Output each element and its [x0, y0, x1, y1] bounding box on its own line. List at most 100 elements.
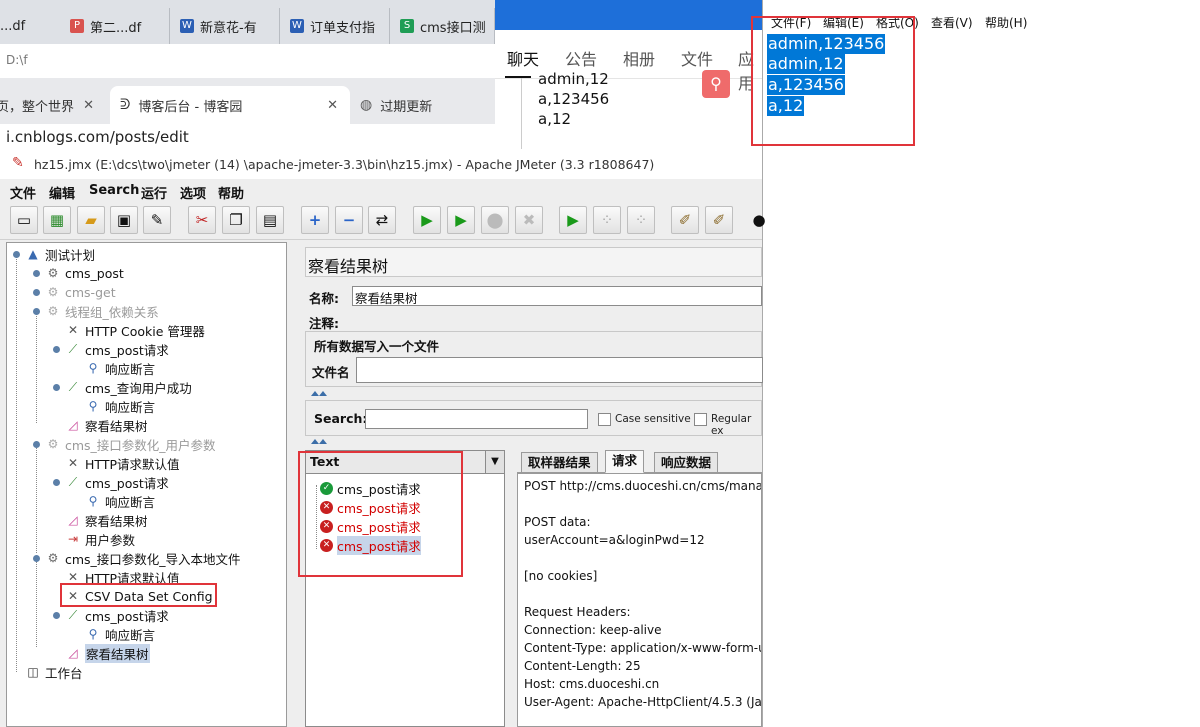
tree-node-listener-selected[interactable]: ◿ 察看结果树 [65, 643, 150, 663]
toggle-icon[interactable]: ⇄ [368, 206, 396, 234]
remote-start-icon[interactable]: ▶ [559, 206, 587, 234]
browser-tab[interactable]: S cms接口测 [390, 8, 495, 44]
tree-node-assertion[interactable]: ⚲ 响应断言 [85, 492, 155, 510]
menu-run[interactable]: 运行 [141, 183, 167, 202]
tree-node-sampler[interactable]: ⟋ cms_查询用户成功 [65, 378, 192, 396]
menu-file[interactable]: 文件 [10, 183, 36, 202]
tree-node-workbench[interactable]: ◫ 工作台 [25, 663, 82, 681]
tree-node-preprocessor[interactable]: ⇥ 用户参数 [65, 530, 135, 548]
word-icon: W [180, 19, 194, 33]
clear-all-icon[interactable]: ✐ [705, 206, 733, 234]
menu-search[interactable]: Search [89, 183, 139, 198]
stop-icon[interactable]: ⬤ [481, 206, 509, 234]
paste-icon[interactable]: ▤ [256, 206, 284, 234]
tab-sampler-result[interactable]: 取样器结果 [521, 452, 598, 472]
tree-node-thread-group[interactable]: ⚙ cms_接口参数化_用户参数 [45, 435, 216, 453]
tab-request[interactable]: 请求 [605, 450, 645, 473]
tree-node-listener[interactable]: ◿ 察看结果树 [65, 416, 148, 434]
tree-node-sampler[interactable]: ⟋ cms_post请求 [65, 340, 169, 358]
browser-tab[interactable]: P 第二...df [60, 8, 170, 44]
collapse-icon[interactable]: − [335, 206, 363, 234]
copy-icon[interactable]: ❐ [222, 206, 250, 234]
regex-checkbox[interactable] [694, 413, 707, 426]
tree-node-thread-group[interactable]: ⚙ 线程组_依赖关系 [45, 302, 159, 320]
doc-arrow-icon: ⇥ [67, 532, 79, 546]
browser-tab-strip-secondary: 页，整个世界 ✕ ᕲ 博客后台 - 博客园 ✕ ◍ 过期更新 [0, 78, 495, 125]
chat-tab-files[interactable]: 文件 [681, 46, 713, 70]
tree-node-assertion[interactable]: ⚲ 响应断言 [85, 397, 155, 415]
tree-toggle[interactable] [13, 251, 20, 258]
start-no-pauses-icon[interactable]: ▶ [447, 206, 475, 234]
name-field[interactable]: 察看结果树 [352, 286, 762, 306]
menu-view[interactable]: 查看(V) [931, 14, 973, 31]
tree-toggle[interactable] [33, 308, 40, 315]
cut-icon[interactable]: ✂ [188, 206, 216, 234]
open-icon[interactable]: ▰ [77, 206, 105, 234]
new-icon[interactable]: ▭ [10, 206, 38, 234]
menu-edit[interactable]: 编辑 [49, 183, 75, 202]
filename-input[interactable] [356, 357, 763, 383]
tree-node-assertion[interactable]: ⚲ 响应断言 [85, 359, 155, 377]
remote-shutdown-icon[interactable]: ⁘ [627, 206, 655, 234]
tree-connector [36, 448, 37, 553]
tree-node-sampler[interactable]: ⟋ cms_post请求 [65, 606, 169, 624]
magnifier-icon: ⚲ [88, 494, 98, 508]
save-icon[interactable]: ▣ [110, 206, 138, 234]
search-input[interactable] [365, 409, 588, 429]
close-icon[interactable]: ✕ [83, 98, 94, 113]
browser-tab-active[interactable]: ᕲ 博客后台 - 博客园 ✕ [110, 86, 350, 124]
remote-stop-icon[interactable]: ⁘ [593, 206, 621, 234]
explorer-path-bar[interactable]: D:\f [0, 44, 495, 79]
browser-tab[interactable]: W 新意花-有 [170, 8, 280, 44]
tree-node-config[interactable]: ✕ HTTP请求默认值 [65, 454, 180, 472]
tree-node-config[interactable]: ✕ HTTP Cookie 管理器 [65, 321, 205, 339]
splitter[interactable] [295, 391, 762, 397]
tree-label: 响应断言 [105, 627, 156, 643]
tree-toggle[interactable] [53, 346, 60, 353]
chat-tab-album[interactable]: 相册 [623, 46, 655, 70]
browser-url-bar[interactable]: i.cnblogs.com/posts/edit [0, 124, 495, 149]
start-icon[interactable]: ▶ [413, 206, 441, 234]
save-as-icon[interactable]: ✎ [143, 206, 171, 234]
splitter[interactable] [295, 439, 762, 445]
tree-toggle[interactable] [33, 270, 40, 277]
comment-field[interactable] [352, 312, 762, 332]
tree-toggle[interactable] [53, 479, 60, 486]
request-text-area[interactable]: POST http://cms.duoceshi.cn/cms/manage/l… [517, 473, 762, 727]
tree-node-thread-group[interactable]: ⚙ cms_post [45, 264, 124, 282]
magnifier-icon: ⚲ [88, 361, 98, 375]
menu-help[interactable]: 帮助(H) [985, 14, 1027, 31]
browser-tab[interactable]: W 订单支付指 [280, 8, 390, 44]
jmeter-toolbar: ▭ ▦ ▰ ▣ ✎ ✂ ❐ ▤ + − ⇄ ▶ ▶ ⬤ ✖ ▶ ⁘ ⁘ ✐ ✐ … [0, 203, 766, 240]
menu-help[interactable]: 帮助 [218, 183, 244, 202]
tree-toggle[interactable] [33, 555, 40, 562]
tree-toggle[interactable] [53, 612, 60, 619]
expand-icon[interactable]: + [301, 206, 329, 234]
shutdown-icon[interactable]: ✖ [515, 206, 543, 234]
browser-tab[interactable]: 页，整个世界 ✕ [0, 86, 106, 124]
clear-icon[interactable]: ✐ [671, 206, 699, 234]
close-icon[interactable]: ✕ [327, 98, 338, 113]
tab-response-data[interactable]: 响应数据 [654, 452, 719, 472]
chat-tab-chat[interactable]: 聊天 [507, 46, 539, 70]
menu-options[interactable]: 选项 [180, 183, 206, 202]
case-sensitive-checkbox[interactable] [598, 413, 611, 426]
search-icon[interactable]: ● [745, 206, 773, 234]
flask-icon: ▲ [28, 247, 38, 261]
chevron-down-icon[interactable]: ▼ [485, 451, 504, 473]
tree-label: 察看结果树 [85, 418, 148, 434]
tree-node-thread-group[interactable]: ⚙ cms-get [45, 283, 116, 301]
tree-toggle[interactable] [33, 441, 40, 448]
chat-tab-notice[interactable]: 公告 [565, 46, 597, 70]
tree-toggle[interactable] [53, 384, 60, 391]
tree-node-sampler[interactable]: ⟋ cms_post请求 [65, 473, 169, 491]
chart-icon: ◿ [68, 646, 78, 660]
tree-node-assertion[interactable]: ⚲ 响应断言 [85, 625, 155, 643]
tree-node-thread-group[interactable]: ⚙ cms_接口参数化_导入本地文件 [45, 549, 241, 567]
tree-toggle[interactable] [33, 289, 40, 296]
tree-node-test-plan[interactable]: ▲ 测试计划 [25, 245, 95, 263]
tree-node-listener[interactable]: ◿ 察看结果树 [65, 511, 147, 529]
tree-label: cms_接口参数化_导入本地文件 [65, 551, 241, 567]
templates-icon[interactable]: ▦ [43, 206, 71, 234]
browser-tab[interactable]: ◍ 过期更新 [350, 86, 495, 124]
